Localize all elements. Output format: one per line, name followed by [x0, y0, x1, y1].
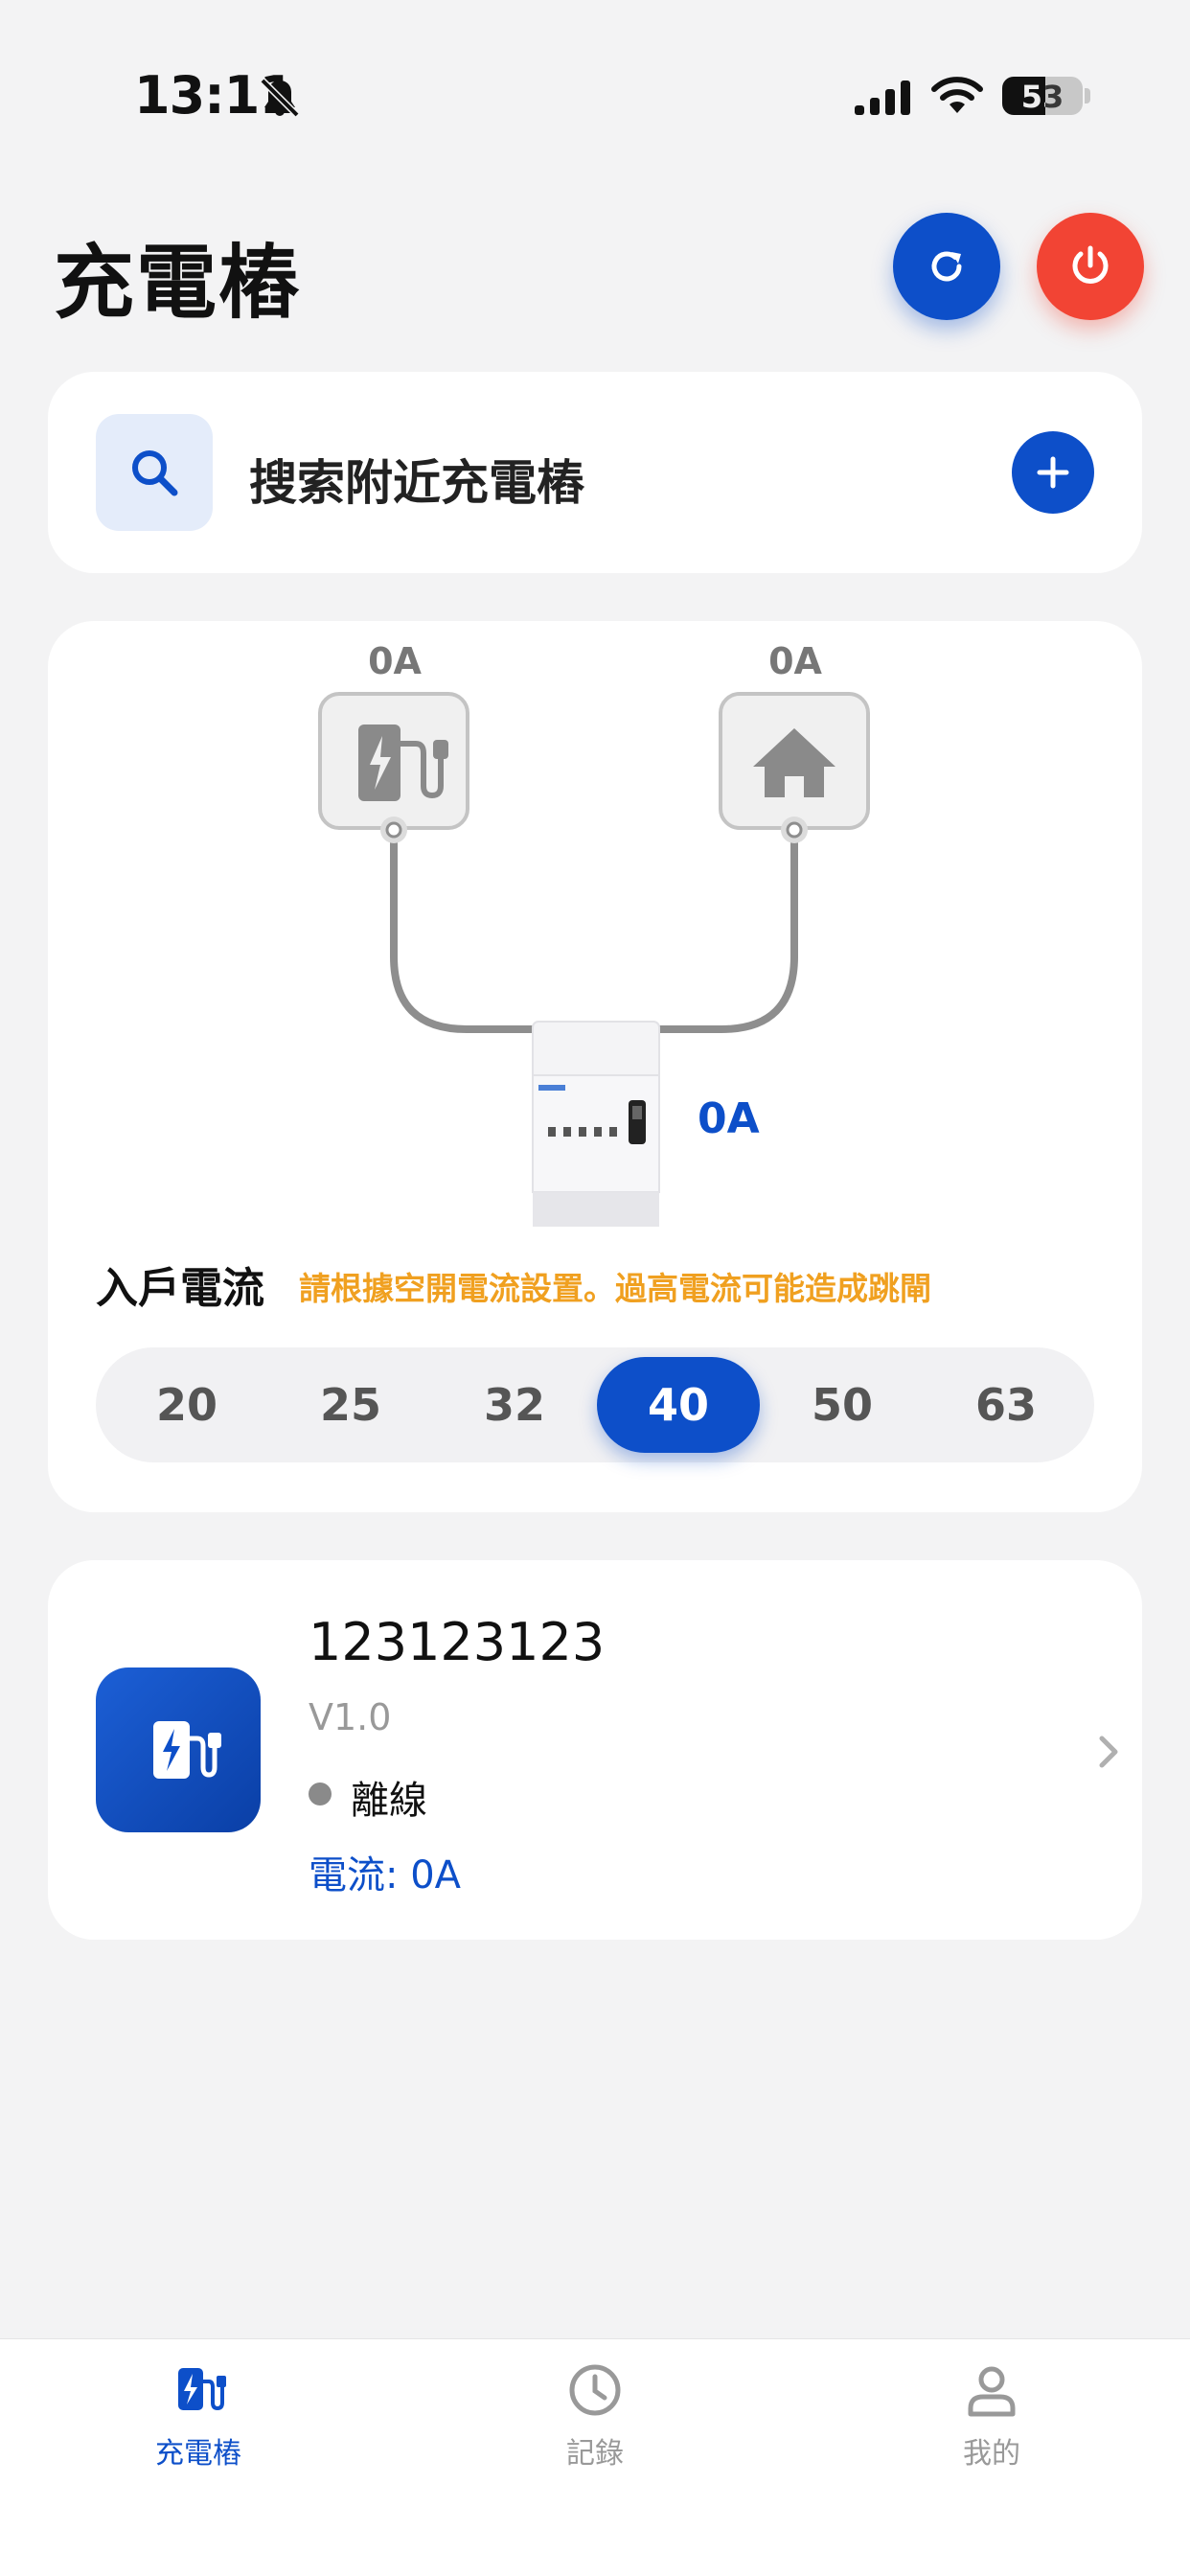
tab-chargers[interactable]: 充電樁 — [103, 2360, 294, 2495]
charger-version: V1.0 — [309, 1696, 392, 1738]
page-title: 充電樁 — [54, 236, 302, 330]
search-icon-box — [96, 414, 213, 531]
current-option-32[interactable]: 32 — [433, 1357, 596, 1453]
cellular-signal-icon — [855, 80, 910, 115]
bell-muted-icon — [260, 78, 300, 118]
search-nearby-label: 搜索附近充電樁 — [249, 455, 584, 511]
smart-meter-device — [532, 1021, 660, 1227]
search-icon — [132, 450, 178, 496]
current-warning-text: 請根據空開電流設置。過高電流可能造成跳閘 — [299, 1270, 931, 1307]
offline-status-dot — [309, 1782, 332, 1806]
current-selector: 20 25 32 40 50 63 — [96, 1347, 1094, 1462]
current-option-63[interactable]: 63 — [925, 1357, 1087, 1453]
status-bar: 13:11 53 — [0, 0, 1190, 192]
search-nearby-card[interactable]: 搜索附近充電樁 — [48, 372, 1142, 573]
home-node-icon — [719, 692, 870, 830]
add-charger-button[interactable] — [1012, 431, 1094, 514]
tab-profile[interactable]: 我的 — [896, 2360, 1087, 2495]
home-amp-label: 0A — [768, 640, 822, 682]
clock-icon — [569, 2364, 621, 2416]
tab-chargers-label: 充電樁 — [155, 2437, 241, 2471]
user-icon — [968, 2366, 1016, 2417]
power-button[interactable] — [1037, 213, 1144, 320]
plus-icon — [1037, 456, 1069, 489]
chevron-right-icon — [1099, 1736, 1118, 1768]
charger-status: 離線 — [351, 1779, 427, 1823]
current-option-40[interactable]: 40 — [597, 1357, 760, 1453]
battery-indicator: 53 — [1002, 77, 1083, 115]
tab-records[interactable]: 記錄 — [499, 2360, 691, 2495]
charger-node-icon — [318, 692, 469, 830]
charger-wire — [390, 830, 538, 1033]
charger-avatar — [96, 1668, 261, 1832]
charger-current: 電流: 0A — [309, 1853, 462, 1898]
meter-amp-label: 0A — [698, 1094, 760, 1143]
tab-profile-label: 我的 — [963, 2437, 1020, 2471]
power-flow-diagram — [318, 692, 870, 1227]
refresh-button[interactable] — [893, 213, 1000, 320]
ev-charger-tab-icon — [178, 2368, 226, 2411]
refresh-icon — [931, 251, 962, 282]
power-icon — [1072, 245, 1109, 284]
charger-name: 123123123 — [309, 1612, 606, 1672]
home-wire — [652, 830, 798, 1033]
current-option-50[interactable]: 50 — [761, 1357, 924, 1453]
current-option-20[interactable]: 20 — [105, 1357, 268, 1453]
battery-level: 53 — [1020, 79, 1064, 115]
wifi-icon — [931, 77, 983, 113]
tab-records-label: 記錄 — [566, 2437, 624, 2471]
charger-list-item[interactable]: 123123123 V1.0 離線 電流: 0A — [48, 1560, 1142, 1940]
household-current-label: 入戶電流 — [96, 1264, 264, 1313]
current-option-25[interactable]: 25 — [269, 1357, 432, 1453]
load-balance-card: 0A 0A 0A 入戶電流 請根據空開電流設置。過高電流可能造成跳閘 20 25… — [48, 621, 1142, 1512]
ev-charger-icon — [153, 1721, 221, 1779]
bottom-tab-bar: 充電樁 記錄 我的 — [0, 2338, 1190, 2576]
charger-amp-label: 0A — [368, 640, 422, 682]
